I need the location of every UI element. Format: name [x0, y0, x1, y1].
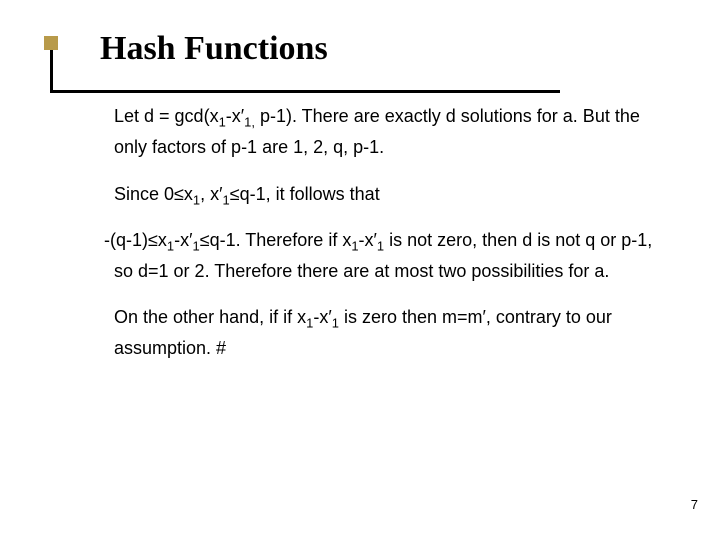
p1-a: Let d = gcd(x: [114, 106, 219, 126]
p3-sub2: 1: [192, 239, 199, 254]
paragraph-2: Since 0≤x1, x′1≤q-1, it follows that: [114, 179, 660, 210]
paragraph-1: Let d = gcd(x1-x′1, p-1). There are exac…: [114, 101, 660, 162]
p1-sub1: 1: [219, 115, 226, 130]
p4-b: -x′: [313, 307, 331, 327]
p3-b: -x′: [174, 230, 192, 250]
p3-a: -(q-1)≤x: [104, 230, 167, 250]
paragraph-3: -(q-1)≤x1-x′1≤q-1. Therefore if x1-x′1 i…: [114, 225, 660, 286]
p3-c: ≤q-1. Therefore if x: [200, 230, 352, 250]
p2-c: ≤q-1, it follows that: [230, 184, 380, 204]
corner-square-icon: [44, 36, 58, 50]
slide-body: Let d = gcd(x1-x′1, p-1). There are exac…: [114, 101, 660, 363]
page-number: 7: [691, 497, 698, 512]
p3-d: -x′: [359, 230, 377, 250]
paragraph-4: On the other hand, if if x1-x′1 is zero …: [114, 302, 660, 363]
title-corner-decoration: [40, 32, 62, 54]
slide: Hash Functions Let d = gcd(x1-x′1, p-1).…: [0, 0, 720, 540]
p3-e: is not zero, then d is not q or p-1, so …: [114, 230, 652, 281]
p4-a: On the other hand, if if x: [114, 307, 306, 327]
slide-title: Hash Functions: [100, 30, 680, 67]
p2-a: Since 0≤x: [114, 184, 193, 204]
p3-sub3: 1: [351, 239, 358, 254]
p2-sub2: 1: [223, 192, 230, 207]
p1-b: -x′: [226, 106, 244, 126]
p1-sub2: 1,: [244, 115, 255, 130]
p2-b: , x′: [200, 184, 222, 204]
p4-sub2: 1: [332, 316, 339, 331]
